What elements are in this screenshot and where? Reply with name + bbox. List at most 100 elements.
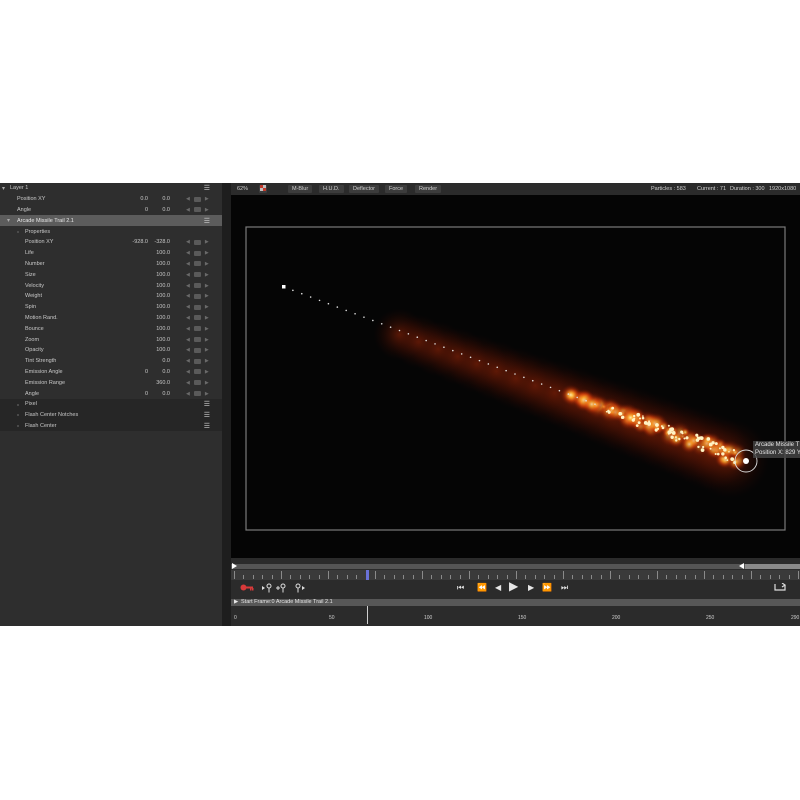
next-keyframe-icon[interactable]: ▶ [205, 207, 209, 213]
keyframe-toggle-icon[interactable] [193, 391, 201, 397]
next-key-icon[interactable] [294, 583, 306, 596]
next-keyframe-icon[interactable]: ▶ [205, 261, 209, 267]
next-keyframe-icon[interactable]: ▶ [205, 272, 209, 278]
layer-row[interactable]: Velocity 100.0 ◀ ▶ [0, 280, 222, 291]
deflector-button[interactable]: Deflector [349, 185, 380, 193]
value-field-2[interactable]: 0.0 [162, 358, 170, 364]
next-keyframe-icon[interactable]: ▶ [205, 196, 209, 202]
value-field-2[interactable]: 100.0 [156, 347, 170, 353]
layer-menu-icon[interactable]: ☰ [204, 400, 210, 408]
next-keyframe-icon[interactable]: ▶ [205, 250, 209, 256]
keyframe-toggle-icon[interactable] [193, 380, 201, 386]
go-to-end-icon[interactable]: ⏭ [561, 583, 568, 593]
value-field-2[interactable]: 100.0 [156, 304, 170, 310]
expand-caret-icon[interactable]: ▾ [7, 217, 10, 224]
layer-row[interactable]: Emission Angle 0 0.0 ◀ ▶ [0, 367, 222, 378]
layer-row[interactable]: Angle 0 0.0 ◀ ▶ [0, 205, 222, 216]
layer-menu-icon[interactable]: ☰ [204, 422, 210, 430]
render-button[interactable]: Render [415, 185, 442, 193]
prev-key-icon[interactable] [262, 583, 274, 596]
playhead-line[interactable] [367, 606, 368, 624]
keyframe-toggle-icon[interactable] [193, 337, 201, 343]
layer-row[interactable]: Opacity 100.0 ◀ ▶ [0, 345, 222, 356]
prev-keyframe-icon[interactable]: ◀ [186, 391, 190, 397]
prev-keyframe-icon[interactable]: ◀ [186, 207, 190, 213]
value-field-2[interactable]: 100.0 [156, 337, 170, 343]
prev-keyframe-icon[interactable]: ◀ [186, 337, 190, 343]
expand-caret-icon[interactable]: ▾ [2, 185, 5, 192]
layer-row[interactable]: Position XY 0.0 0.0 ◀ ▶ [0, 194, 222, 205]
layer-menu-icon[interactable]: ☰ [204, 411, 210, 419]
keyframe-toggle-icon[interactable] [193, 315, 201, 321]
prev-keyframe-icon[interactable]: ◀ [186, 358, 190, 364]
value-field-1[interactable]: 0 [145, 369, 148, 375]
layer-row[interactable]: Zoom 100.0 ◀ ▶ [0, 334, 222, 345]
keyframe-toggle-icon[interactable] [193, 196, 201, 202]
range-start-marker[interactable] [232, 563, 237, 569]
prev-keyframe-icon[interactable]: ◀ [186, 196, 190, 202]
prev-keyframe-icon[interactable]: ◀ [186, 347, 190, 353]
value-field-2[interactable]: 100.0 [156, 326, 170, 332]
value-field-2[interactable]: -328.0 [154, 239, 170, 245]
keyframe-toggle-icon[interactable] [193, 283, 201, 289]
play-icon[interactable]: ▶ [509, 580, 518, 592]
go-to-start-icon[interactable]: ⏮ [457, 583, 464, 593]
layer-row[interactable]: Life 100.0 ◀ ▶ [0, 248, 222, 259]
value-field-2[interactable]: 100.0 [156, 261, 170, 267]
layer-row[interactable]: Tint Strength 0.0 ◀ ▶ [0, 356, 222, 367]
prev-keyframe-icon[interactable]: ◀ [186, 250, 190, 256]
hud-button[interactable]: H.U.D. [319, 185, 344, 193]
value-field-2[interactable]: 0.0 [162, 391, 170, 397]
next-keyframe-icon[interactable]: ▶ [205, 337, 209, 343]
frame-numbers[interactable]: 0 50 100 150 200 250 290 [231, 606, 800, 626]
prev-keyframe-icon[interactable]: ◀ [186, 261, 190, 267]
fast-forward-icon[interactable]: ⏩ [542, 583, 552, 593]
step-forward-icon[interactable]: ▶ [528, 583, 534, 593]
range-selection[interactable] [745, 564, 800, 569]
keyframe-toggle-icon[interactable] [193, 304, 201, 310]
layer-row[interactable]: Position XY -928.0 -328.0 ◀ ▶ [0, 237, 222, 248]
record-key-icon[interactable] [240, 583, 254, 595]
force-button[interactable]: Force [385, 185, 408, 193]
layer-row[interactable]: ▾ Layer 1 ☰ [0, 183, 222, 194]
layer-menu-icon[interactable]: ☰ [204, 217, 210, 225]
next-keyframe-icon[interactable]: ▶ [205, 326, 209, 332]
value-field-1[interactable]: 0.0 [140, 196, 148, 202]
keyframe-toggle-icon[interactable] [193, 358, 201, 364]
layer-row[interactable]: Size 100.0 ◀ ▶ [0, 269, 222, 280]
prev-keyframe-icon[interactable]: ◀ [186, 315, 190, 321]
loop-icon[interactable] [774, 582, 787, 594]
next-keyframe-icon[interactable]: ▶ [205, 239, 209, 245]
layer-row[interactable]: Number 100.0 ◀ ▶ [0, 259, 222, 270]
layer-row[interactable]: Angle 0 0.0 ◀ ▶ [0, 388, 222, 399]
keyframe-toggle-icon[interactable] [193, 272, 201, 278]
keyframe-toggle-icon[interactable] [193, 293, 201, 299]
prev-keyframe-icon[interactable]: ◀ [186, 283, 190, 289]
layer-row[interactable]: Bounce 100.0 ◀ ▶ [0, 323, 222, 334]
layer-row[interactable]: Emission Range 360.0 ◀ ▶ [0, 377, 222, 388]
value-field-2[interactable]: 100.0 [156, 293, 170, 299]
layer-row[interactable]: Properties [0, 226, 222, 237]
layer-row[interactable]: Pixel ☰ [0, 399, 222, 410]
motion-blur-button[interactable]: M-Blur [288, 185, 313, 193]
layer-row[interactable]: Flash Center Notches ☰ [0, 409, 222, 421]
timeline-scrollbar[interactable] [231, 563, 800, 569]
layer-row[interactable]: Motion Rand. 100.0 ◀ ▶ [0, 313, 222, 324]
value-field-1[interactable]: -928.0 [132, 239, 148, 245]
zoom-level[interactable]: 62% [233, 185, 252, 193]
ruler-playhead[interactable] [366, 570, 370, 580]
value-field-2[interactable]: 0.0 [162, 207, 170, 213]
keyframe-toggle-icon[interactable] [193, 239, 201, 245]
value-field-1[interactable]: 0 [145, 391, 148, 397]
track-expand-icon[interactable]: ▶ [234, 599, 238, 606]
value-field-2[interactable]: 0.0 [162, 196, 170, 202]
value-field-2[interactable]: 360.0 [156, 380, 170, 386]
prev-keyframe-icon[interactable]: ◀ [186, 380, 190, 386]
background-color-icon[interactable] [259, 185, 267, 193]
prev-keyframe-icon[interactable]: ◀ [186, 304, 190, 310]
layer-row[interactable]: Flash Center ☰ [0, 420, 222, 432]
prev-keyframe-icon[interactable]: ◀ [186, 326, 190, 332]
keyframe-toggle-icon[interactable] [193, 261, 201, 267]
next-keyframe-icon[interactable]: ▶ [205, 380, 209, 386]
keyframe-toggle-icon[interactable] [193, 326, 201, 332]
